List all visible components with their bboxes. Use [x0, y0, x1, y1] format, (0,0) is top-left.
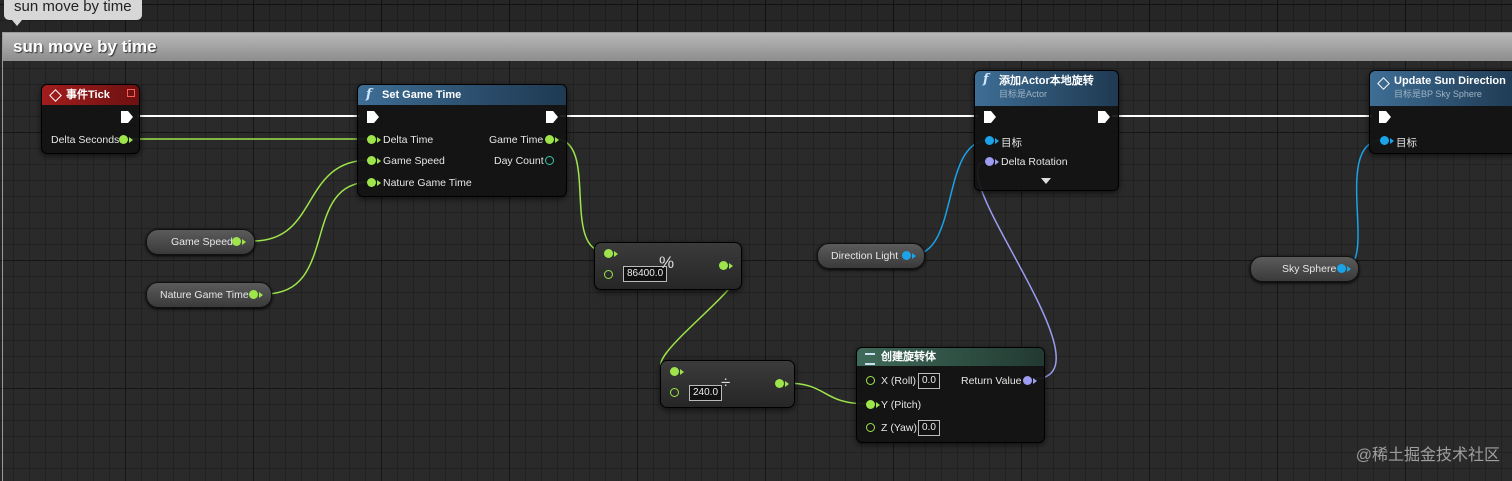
set-game-time-header[interactable]: f Set Game Time: [358, 85, 566, 105]
game-speed-variable[interactable]: Game Speed: [146, 229, 255, 255]
add-actor-local-rotation-node[interactable]: f 添加Actor本地旋转 目标是Actor 目标 Delta Rotation: [974, 70, 1119, 191]
function-diamond-icon: [1377, 77, 1390, 90]
make-rotator-node[interactable]: 创建旋转体 X (Roll) 0.0 Y (Pitch) Z (Yaw) 0.0…: [856, 347, 1045, 443]
update-sun-target-label: 目标: [1396, 137, 1417, 149]
day-count-label: Day Count: [494, 155, 544, 167]
add-local-rotation-header[interactable]: f 添加Actor本地旋转 目标是Actor: [975, 71, 1118, 106]
add-local-rotation-subtitle: 目标是Actor: [999, 89, 1048, 99]
divide-out-pin[interactable]: [775, 379, 789, 388]
divide-b-value[interactable]: 240.0: [689, 385, 723, 401]
nature-game-time-var-label: Nature Game Time: [160, 289, 249, 301]
wire-sky-sphere: [1342, 139, 1384, 269]
modulo-a-pin[interactable]: [604, 249, 618, 258]
delta-seconds-pin[interactable]: [119, 135, 133, 144]
sky-sphere-variable[interactable]: Sky Sphere: [1250, 256, 1359, 282]
pitch-label: Y (Pitch): [881, 399, 922, 411]
make-rotator-title: 创建旋转体: [881, 351, 936, 363]
expand-advanced-icon[interactable]: [1041, 178, 1051, 184]
divide-b-pin[interactable]: [670, 388, 679, 397]
roll-label: X (Roll): [881, 375, 917, 387]
function-icon: f: [983, 72, 989, 87]
watermark: @稀土掘金技术社区: [1355, 447, 1500, 464]
nature-game-time-var-pin[interactable]: [249, 290, 263, 299]
roll-value[interactable]: 0.0: [918, 373, 940, 389]
game-time-label: Game Time: [489, 134, 544, 146]
set-game-time-node[interactable]: f Set Game Time Delta Time Game Speed Na…: [357, 84, 567, 197]
day-count-pin[interactable]: [545, 156, 554, 165]
game-speed-var-pin[interactable]: [232, 237, 246, 246]
yaw-pin[interactable]: [866, 423, 875, 432]
direction-light-var-pin[interactable]: [902, 251, 916, 260]
update-sun-direction-node[interactable]: Update Sun Direction 目标是BP Sky Sphere 目标: [1369, 70, 1512, 154]
target-label: 目标: [1001, 137, 1022, 149]
delta-rotation-pin[interactable]: [985, 157, 999, 166]
return-value-pin[interactable]: [1023, 376, 1037, 385]
yaw-label: Z (Yaw): [881, 422, 917, 434]
modulo-out-pin[interactable]: [719, 261, 733, 270]
modulo-b-pin[interactable]: [604, 270, 613, 279]
delta-time-pin[interactable]: [367, 135, 381, 144]
pitch-pin[interactable]: [866, 400, 880, 409]
delta-rotation-label: Delta Rotation: [1001, 156, 1068, 168]
delegate-square-icon: [127, 89, 135, 97]
modulo-node[interactable]: 86400.0 %: [594, 242, 742, 290]
sky-sphere-var-pin[interactable]: [1337, 264, 1351, 273]
add-local-rotation-title: 添加Actor本地旋转: [999, 75, 1094, 87]
game-speed-pin[interactable]: [367, 156, 381, 165]
modulo-symbol: %: [659, 253, 675, 272]
update-sun-target-pin[interactable]: [1380, 136, 1394, 145]
struct-icon: [865, 353, 875, 365]
event-tick-header[interactable]: 事件Tick: [42, 85, 139, 105]
delta-seconds-label: Delta Seconds: [51, 134, 120, 146]
divide-node[interactable]: 240.0 ÷: [660, 360, 795, 408]
update-sun-title: Update Sun Direction: [1394, 75, 1506, 87]
return-value-label: Return Value: [961, 375, 1022, 387]
update-sun-subtitle: 目标是BP Sky Sphere: [1394, 89, 1482, 99]
roll-pin[interactable]: [866, 376, 875, 385]
yaw-value[interactable]: 0.0: [918, 420, 940, 436]
wire-nature-time: [264, 181, 371, 295]
wire-game-speed: [252, 159, 371, 242]
nature-game-time-pin[interactable]: [367, 178, 381, 187]
event-diamond-icon: [49, 89, 62, 102]
game-speed-label: Game Speed: [383, 155, 445, 167]
make-rotator-header[interactable]: 创建旋转体: [857, 348, 1044, 366]
blueprint-graph[interactable]: sun move by time sun move by time 事件Tick: [0, 0, 1512, 481]
game-speed-var-label: Game Speed: [171, 236, 233, 248]
sky-sphere-var-label: Sky Sphere: [1282, 263, 1337, 275]
nature-game-time-label: Nature Game Time: [383, 177, 472, 189]
direction-light-variable[interactable]: Direction Light: [817, 243, 925, 269]
function-icon: f: [366, 87, 372, 102]
divide-symbol: ÷: [721, 373, 731, 392]
game-time-pin[interactable]: [545, 135, 559, 144]
delta-time-label: Delta Time: [383, 134, 434, 146]
nature-game-time-variable[interactable]: Nature Game Time: [146, 282, 272, 308]
divide-a-pin[interactable]: [670, 367, 684, 376]
update-sun-header[interactable]: Update Sun Direction 目标是BP Sky Sphere: [1370, 71, 1512, 106]
set-game-time-title: Set Game Time: [382, 89, 462, 101]
direction-light-var-label: Direction Light: [831, 250, 899, 262]
target-pin[interactable]: [985, 136, 999, 145]
event-tick-title: 事件Tick: [66, 89, 110, 101]
event-tick-node[interactable]: 事件Tick Delta Seconds: [41, 84, 140, 154]
